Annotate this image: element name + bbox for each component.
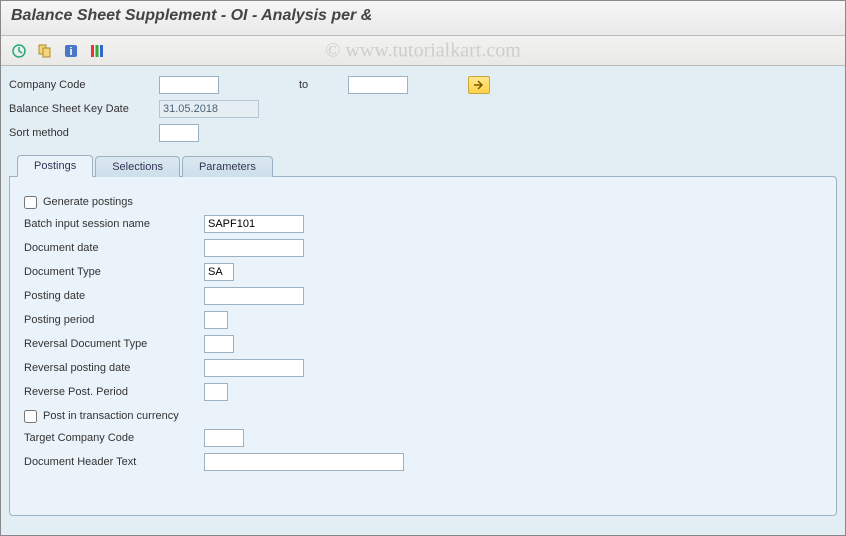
- tabstrip: Postings Selections Parameters: [9, 154, 837, 176]
- label-company-code: Company Code: [9, 79, 159, 91]
- row-generate-postings: Generate postings: [24, 191, 822, 213]
- posting-period-input[interactable]: [204, 311, 228, 329]
- sap-window: Balance Sheet Supplement - OI - Analysis…: [0, 0, 846, 536]
- rev-doc-type-input[interactable]: [204, 335, 234, 353]
- row-rev-post-date: Reversal posting date: [24, 357, 822, 379]
- label-target-cc: Target Company Code: [24, 432, 204, 444]
- tab-panel-postings: Generate postings Batch input session na…: [9, 176, 837, 516]
- info-icon[interactable]: i: [61, 41, 81, 61]
- toolbar: i © www.tutorialkart.com: [1, 36, 845, 66]
- target-cc-input[interactable]: [204, 429, 244, 447]
- multiple-selection-button[interactable]: [468, 76, 490, 94]
- rev-post-period-input[interactable]: [204, 383, 228, 401]
- label-doc-date: Document date: [24, 242, 204, 254]
- label-batch: Batch input session name: [24, 218, 204, 230]
- row-rev-post-period: Reverse Post. Period: [24, 381, 822, 403]
- posting-date-input[interactable]: [204, 287, 304, 305]
- doc-type-input[interactable]: [204, 263, 234, 281]
- rev-post-date-input[interactable]: [204, 359, 304, 377]
- label-generate-postings: Generate postings: [43, 196, 133, 208]
- key-date-input[interactable]: [159, 100, 259, 118]
- label-rev-post-period: Reverse Post. Period: [24, 386, 204, 398]
- label-key-date: Balance Sheet Key Date: [9, 103, 159, 115]
- color-legend-icon[interactable]: [87, 41, 107, 61]
- watermark: © www.tutorialkart.com: [325, 39, 521, 62]
- row-batch: Batch input session name: [24, 213, 822, 235]
- trans-curr-checkbox[interactable]: [24, 410, 37, 423]
- label-posting-date: Posting date: [24, 290, 204, 302]
- row-posting-date: Posting date: [24, 285, 822, 307]
- row-target-cc: Target Company Code: [24, 427, 822, 449]
- row-sort-method: Sort method: [9, 122, 837, 144]
- company-code-input[interactable]: [159, 76, 219, 94]
- header-text-input[interactable]: [204, 453, 404, 471]
- sort-method-input[interactable]: [159, 124, 199, 142]
- variants-icon[interactable]: [35, 41, 55, 61]
- row-trans-curr: Post in transaction currency: [24, 405, 822, 427]
- label-doc-type: Document Type: [24, 266, 204, 278]
- page-title: Balance Sheet Supplement - OI - Analysis…: [11, 7, 372, 24]
- content-area: Company Code to Balance Sheet Key Date S…: [1, 66, 845, 535]
- label-posting-period: Posting period: [24, 314, 204, 326]
- label-trans-curr: Post in transaction currency: [43, 410, 179, 422]
- label-rev-doc-type: Reversal Document Type: [24, 338, 204, 350]
- company-code-to-input[interactable]: [348, 76, 408, 94]
- title-bar: Balance Sheet Supplement - OI - Analysis…: [1, 1, 845, 36]
- label-to: to: [299, 79, 308, 91]
- row-header-text: Document Header Text: [24, 451, 822, 473]
- execute-icon[interactable]: [9, 41, 29, 61]
- label-sort-method: Sort method: [9, 127, 159, 139]
- svg-text:i: i: [69, 46, 72, 58]
- row-key-date: Balance Sheet Key Date: [9, 98, 837, 120]
- tab-selections[interactable]: Selections: [95, 156, 180, 177]
- label-rev-post-date: Reversal posting date: [24, 362, 204, 374]
- row-posting-period: Posting period: [24, 309, 822, 331]
- row-company-code: Company Code to: [9, 74, 837, 96]
- tab-postings[interactable]: Postings: [17, 155, 93, 177]
- label-header-text: Document Header Text: [24, 456, 204, 468]
- doc-date-input[interactable]: [204, 239, 304, 257]
- row-rev-doc-type: Reversal Document Type: [24, 333, 822, 355]
- row-doc-date: Document date: [24, 237, 822, 259]
- tab-parameters[interactable]: Parameters: [182, 156, 273, 177]
- batch-input[interactable]: [204, 215, 304, 233]
- row-doc-type: Document Type: [24, 261, 822, 283]
- generate-postings-checkbox[interactable]: [24, 196, 37, 209]
